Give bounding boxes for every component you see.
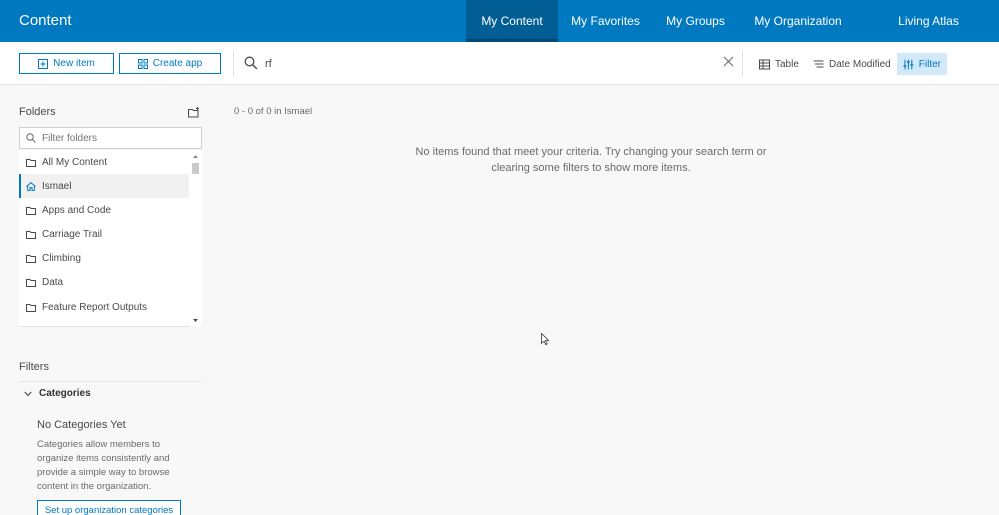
folder-label: Ismael — [42, 180, 72, 192]
folder-item-carriage-trail[interactable]: Carriage Trail — [19, 222, 189, 246]
folders-heading: Folders — [19, 106, 56, 118]
search-icon — [26, 133, 36, 143]
folder-label: Data — [42, 276, 64, 288]
mouse-cursor-icon — [541, 333, 549, 345]
folder-icon — [26, 230, 36, 239]
scroll-up-icon[interactable] — [190, 153, 201, 160]
folder-list: All My Content Ismael Apps and Code Carr… — [19, 150, 202, 327]
filters-heading: Filters — [19, 361, 49, 373]
scroll-down-icon[interactable] — [190, 317, 201, 324]
new-item-label: New item — [53, 58, 95, 69]
setup-categories-button[interactable]: Set up organization categories — [37, 500, 181, 515]
no-categories-title: No Categories Yet — [37, 419, 126, 431]
folder-item-ismael[interactable]: Ismael — [19, 174, 189, 198]
folder-item-all-my-content[interactable]: All My Content — [19, 150, 189, 174]
scroll-thumb[interactable] — [192, 163, 199, 174]
folder-icon — [26, 158, 36, 167]
toolbar: New item Create app Table Date Modified … — [0, 42, 999, 85]
tab-my-groups[interactable]: My Groups — [653, 0, 738, 42]
no-categories-description: Categories allow members to organize ite… — [37, 439, 170, 492]
grid-icon — [137, 58, 148, 69]
categories-toggle[interactable]: Categories — [24, 388, 91, 399]
content-nav: My Content My Favorites My Groups My Org… — [466, 0, 999, 42]
folder-item-climbing[interactable]: Climbing — [19, 246, 189, 270]
tab-my-organization[interactable]: My Organization — [738, 0, 858, 42]
sort-lines-icon — [813, 60, 824, 67]
tab-living-atlas[interactable]: Living Atlas — [858, 0, 999, 42]
filter-button[interactable]: Filter — [897, 53, 947, 75]
folder-scrollbar[interactable] — [190, 150, 201, 327]
folder-label: All My Content — [42, 156, 108, 168]
table-view-button[interactable]: Table — [753, 53, 805, 75]
home-icon — [26, 181, 36, 191]
folder-label: Climbing — [42, 252, 81, 264]
folder-item-apps-and-code[interactable]: Apps and Code — [19, 198, 189, 222]
folder-item-feature-report-outputs[interactable]: Feature Report Outputs — [19, 295, 189, 319]
new-folder-icon[interactable] — [188, 107, 200, 118]
divider — [19, 381, 202, 382]
sort-button[interactable]: Date Modified — [807, 53, 897, 75]
folder-icon — [26, 206, 36, 215]
search-icon — [244, 56, 258, 70]
filter-folders-input[interactable] — [42, 132, 192, 144]
chevron-down-icon — [24, 391, 32, 396]
folder-label: Carriage Trail — [42, 228, 103, 240]
create-app-label: Create app — [152, 58, 203, 69]
close-icon[interactable] — [723, 56, 734, 67]
sliders-icon — [903, 59, 914, 69]
empty-message: No items found that meet your criteria. … — [415, 146, 767, 174]
table-icon — [759, 59, 770, 69]
filter-folders-field[interactable] — [19, 127, 202, 149]
search-input[interactable] — [265, 54, 705, 74]
folder-item-data[interactable]: Data — [19, 270, 189, 294]
table-label: Table — [775, 58, 799, 70]
new-item-button[interactable]: New item — [19, 53, 114, 74]
folder-label: Feature Report Outputs — [42, 301, 148, 313]
tab-my-content[interactable]: My Content — [466, 0, 558, 42]
result-count: 0 - 0 of 0 in Ismael — [234, 106, 313, 117]
tab-my-favorites[interactable]: My Favorites — [558, 0, 653, 42]
divider — [233, 50, 234, 77]
folder-label: Apps and Code — [42, 204, 111, 216]
plus-square-icon — [38, 58, 49, 69]
folder-icon — [26, 278, 36, 287]
categories-label: Categories — [39, 388, 91, 399]
divider — [742, 50, 743, 77]
sort-label: Date Modified — [829, 58, 891, 70]
folder-icon — [26, 303, 36, 312]
folder-icon — [26, 254, 36, 263]
create-app-button[interactable]: Create app — [119, 53, 221, 74]
top-bar: Content My Content My Favorites My Group… — [0, 0, 999, 42]
filter-label: Filter — [918, 58, 941, 70]
page-title: Content — [19, 12, 72, 29]
